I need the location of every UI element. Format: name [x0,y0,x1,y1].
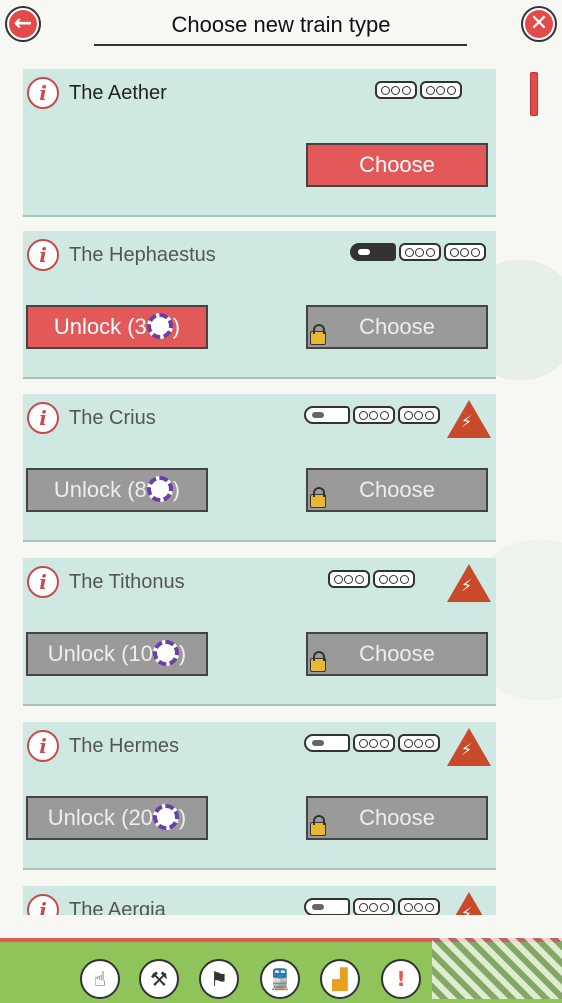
train-car-icon [353,406,395,424]
unlock-label: Unlock ( [53,477,135,502]
train-car-icon [353,898,395,915]
choose-button[interactable]: Choose [306,305,488,349]
hammer-icon[interactable]: ⚒ [139,959,179,999]
info-icon[interactable]: i [27,239,59,271]
lock-icon [310,815,326,836]
train-car-icon [398,406,440,424]
choose-label: Choose [359,477,435,502]
unlock-button[interactable]: Unlock (8) [26,468,208,512]
unlock-close: ) [178,805,187,830]
unlock-cost: 20 [128,805,153,830]
train-car-icon [399,243,441,261]
unlock-label: Unlock ( [47,641,129,666]
train-car-icon [398,734,440,752]
train-card-aether: i The Aether Choose [23,69,496,217]
train-car-icon [375,81,417,99]
tool-glyph: ☝ [93,967,107,991]
lock-icon [310,651,326,672]
train-name: The Crius [69,407,156,429]
pixelated-region [432,938,562,999]
train-card-crius: i The Crius Unlock (8) Choose [23,394,496,542]
choose-button[interactable]: Choose [306,468,488,512]
hand-pointer-icon[interactable]: ☝ [80,959,120,999]
locomotive-icon [350,243,396,261]
train-car-icon [373,570,415,588]
train-preview [328,570,415,588]
chip-icon [152,640,179,667]
train-car-icon [420,81,462,99]
train-preview [350,243,486,261]
tool-glyph: 🚆 [267,967,293,991]
info-icon[interactable]: i [27,566,59,598]
tool-glyph: ! [396,967,406,991]
warning-icon [447,400,491,438]
unlock-button[interactable]: Unlock (3) [26,305,208,349]
alert-icon[interactable]: ! [381,959,421,999]
train-name: The Hermes [69,735,180,757]
unlock-cost: 8 [134,477,147,502]
train-car-icon [328,570,370,588]
unlock-close: ) [172,314,181,339]
lock-icon [310,324,326,345]
close-x-icon: ✕ [525,10,553,38]
info-icon[interactable]: i [27,730,59,762]
train-car-icon [444,243,486,261]
lock-icon [310,487,326,508]
unlock-close: ) [178,641,187,666]
unlock-close: ) [172,477,181,502]
choose-label: Choose [359,641,435,666]
close-button[interactable]: ✕ [521,6,557,42]
train-card-hermes: i The Hermes Unlock (20) Choose [23,722,496,870]
train-name: The Aergia [69,899,166,915]
train-card-tithonus: i The Tithonus Unlock (10) Choose [23,558,496,706]
title-underline [94,44,467,46]
page-title: Choose new train type [171,12,391,37]
tool-glyph: ▟ [332,967,348,991]
choose-label: Choose [359,314,435,339]
warning-icon [447,728,491,766]
choose-button[interactable]: Choose [306,796,488,840]
tool-glyph: ⚑ [210,967,228,991]
info-icon[interactable]: i [27,894,59,915]
train-car-icon [353,734,395,752]
locomotive-icon [304,898,350,915]
train-card-hephaestus: i The Hephaestus Unlock (3) Choose [23,231,496,379]
choose-button[interactable]: Choose [306,143,488,187]
warning-icon [447,564,491,602]
scrollbar[interactable] [530,72,538,116]
train-preview [375,81,462,99]
chip-icon [152,804,179,831]
train-preview [304,406,440,424]
chip-icon [146,313,173,340]
unlock-cost: 3 [134,314,147,339]
chip-icon [146,476,173,503]
bar-chart-icon[interactable]: ▟ [320,959,360,999]
train-car-icon [398,898,440,915]
unlock-button[interactable]: Unlock (10) [26,632,208,676]
train-card-aergia: i The Aergia [23,886,496,915]
signal-icon[interactable]: ⚑ [199,959,239,999]
unlock-label: Unlock ( [53,314,135,339]
train-list[interactable]: i The Aether Choose i The Hephaestus Unl… [0,0,562,915]
train-preview [304,898,440,915]
train-preview [304,734,440,752]
unlock-button[interactable]: Unlock (20) [26,796,208,840]
train-name: The Tithonus [69,571,185,593]
unlock-label: Unlock ( [47,805,129,830]
unlock-cost: 10 [128,641,153,666]
info-icon[interactable]: i [27,77,59,109]
train-icon[interactable]: 🚆 [260,959,300,999]
tool-glyph: ⚒ [150,967,168,991]
choose-button[interactable]: Choose [306,632,488,676]
train-name: The Hephaestus [69,244,216,266]
warning-icon [447,892,491,915]
train-name: The Aether [69,82,167,104]
locomotive-icon [304,734,350,752]
locomotive-icon [304,406,350,424]
choose-label: Choose [359,805,435,830]
info-icon[interactable]: i [27,402,59,434]
